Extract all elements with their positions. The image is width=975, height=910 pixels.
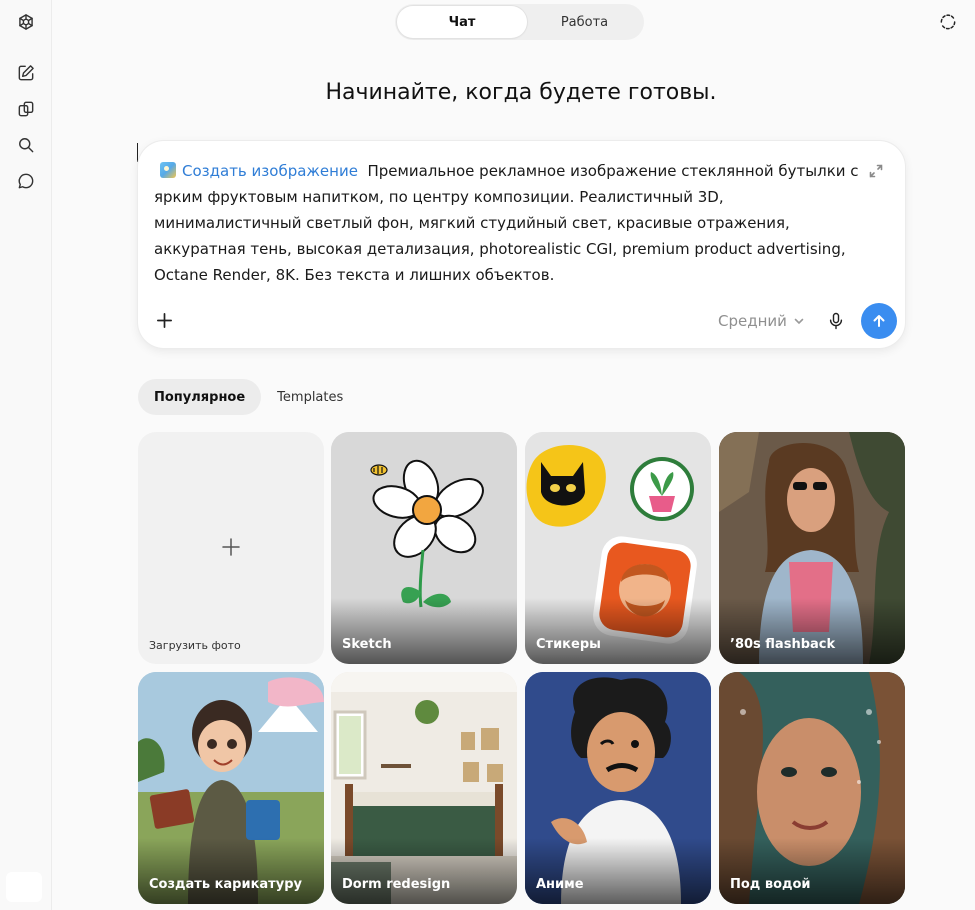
card-label: Dorm redesign: [342, 877, 451, 892]
main-area: Чат Работа Начинайте, когда будете готов…: [52, 0, 975, 910]
style-card-underwater[interactable]: Под водой: [719, 672, 905, 904]
card-shade: [525, 598, 711, 664]
style-card-anime[interactable]: Аниме: [525, 672, 711, 904]
model-selector-label: Средний: [718, 312, 787, 330]
expand-icon[interactable]: [869, 163, 883, 178]
search-icon[interactable]: [10, 129, 42, 161]
tab-popular[interactable]: Популярное: [138, 379, 262, 415]
style-card-dorm-redesign[interactable]: Dorm redesign: [331, 672, 517, 904]
prompt-input[interactable]: Создать изображение Премиальное рекламно…: [154, 158, 864, 288]
card-label: Загрузить фото: [149, 639, 241, 652]
card-label: Аниме: [536, 877, 584, 892]
mode-tab-work[interactable]: Работа: [527, 6, 642, 38]
profile-slot[interactable]: [6, 872, 42, 902]
style-card-caricature[interactable]: Создать карикатуру: [138, 672, 324, 904]
model-selector[interactable]: Средний: [718, 311, 805, 331]
prompt-composer: Создать изображение Премиальное рекламно…: [138, 141, 905, 348]
image-icon: [160, 162, 176, 178]
card-shade: [719, 838, 905, 904]
upload-photo-card[interactable]: Загрузить фото: [138, 432, 324, 664]
chat-bubble-icon[interactable]: [10, 165, 42, 197]
send-button[interactable]: [861, 303, 897, 339]
style-card-stickers[interactable]: Стикеры: [525, 432, 711, 664]
card-label: Sketch: [342, 637, 392, 652]
mode-tab-chat[interactable]: Чат: [397, 6, 527, 38]
page-title: Начинайте, когда будете готовы.: [325, 80, 717, 105]
tab-templates[interactable]: Templates: [261, 379, 359, 415]
gallery-tabs: Популярное Templates: [138, 379, 359, 415]
temporary-chat-icon[interactable]: [936, 10, 960, 34]
library-icon[interactable]: [10, 93, 42, 125]
card-shade: [331, 838, 517, 904]
card-label: Создать карикатуру: [149, 877, 302, 892]
create-image-chip[interactable]: Создать изображение: [154, 162, 358, 180]
text-caret: [137, 143, 138, 162]
attach-plus-icon[interactable]: [152, 308, 176, 332]
create-image-chip-label: Создать изображение: [182, 162, 358, 180]
new-chat-icon[interactable]: [10, 57, 42, 89]
microphone-icon[interactable]: [824, 309, 848, 333]
card-label: Стикеры: [536, 637, 601, 652]
card-shade: [138, 838, 324, 904]
chevron-down-icon: [794, 318, 804, 325]
card-label: ’80s flashback: [730, 637, 836, 652]
sidebar-rail: [0, 0, 52, 910]
style-card-sketch[interactable]: Sketch: [331, 432, 517, 664]
style-card-80s-flashback[interactable]: ’80s flashback: [719, 432, 905, 664]
plus-icon: [221, 537, 241, 557]
card-label: Под водой: [730, 877, 811, 892]
prompt-text: Премиальное рекламное изображение стекля…: [154, 162, 859, 284]
mode-toggle: Чат Работа: [395, 4, 644, 40]
card-shade: [719, 598, 905, 664]
arrow-up-icon: [873, 315, 885, 327]
card-shade: [331, 598, 517, 664]
card-shade: [525, 838, 711, 904]
openai-logo-icon[interactable]: [10, 6, 42, 38]
